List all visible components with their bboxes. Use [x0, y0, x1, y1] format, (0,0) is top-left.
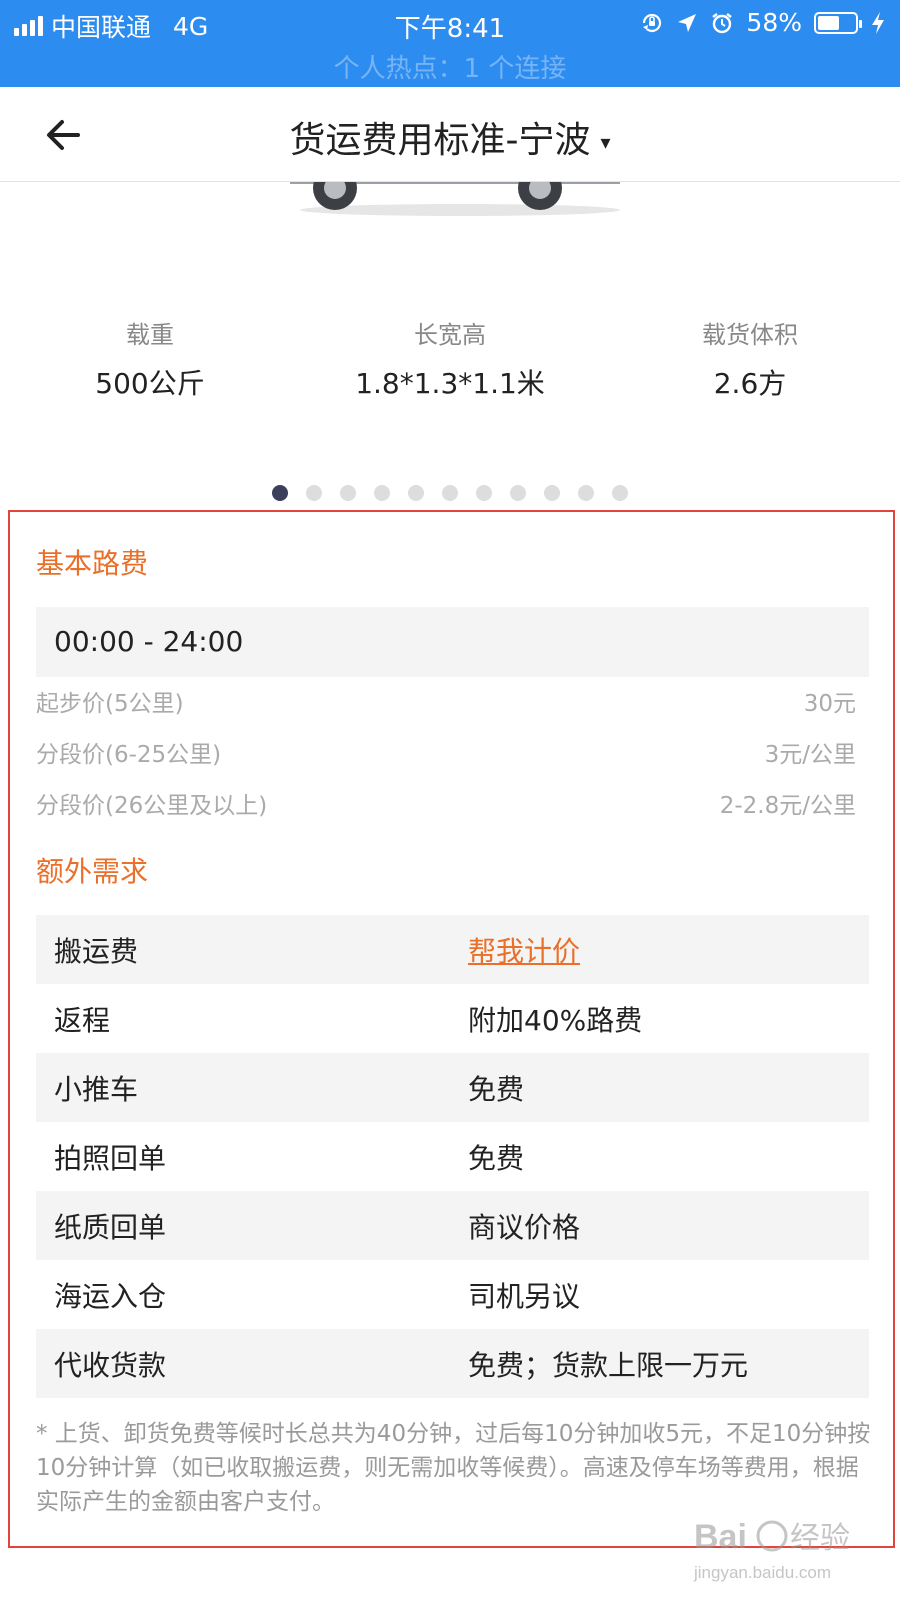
carousel-dot[interactable]: [544, 485, 560, 501]
carousel-dot-active[interactable]: [272, 485, 288, 501]
carousel-dot[interactable]: [510, 485, 526, 501]
extra-value: 司机另议: [468, 1279, 581, 1313]
spec-label: 载货体积: [702, 321, 798, 349]
svg-text:经验: 经验: [790, 1521, 850, 1556]
price-name: 分段价(26公里及以上): [36, 793, 268, 819]
battery-icon: [814, 11, 862, 34]
vehicle-specs: 载重 500公斤 长宽高 1.8*1.3*1.1米 载货体积 2.6方: [0, 315, 900, 402]
carousel-dot[interactable]: [408, 485, 424, 501]
spec-label: 载重: [126, 321, 174, 349]
battery-level: [818, 15, 839, 30]
extra-row-handling: 搬运费 帮我计价: [36, 915, 869, 984]
lock-rotation-icon: [643, 13, 662, 32]
carousel-dot[interactable]: [340, 485, 356, 501]
carousel-dot[interactable]: [476, 485, 492, 501]
extra-row-warehouse: 海运入仓 司机另议: [36, 1260, 869, 1329]
spec-value: 500公斤: [95, 367, 205, 400]
city-selector[interactable]: 货运费用标准-宁波 ▾: [0, 111, 900, 163]
price-name: 起步价(5公里): [36, 691, 184, 717]
spec-value: 2.6方: [713, 367, 787, 400]
extra-name: 搬运费: [54, 934, 139, 968]
extra-value: 商议价格: [468, 1210, 581, 1244]
carousel-dot[interactable]: [442, 485, 458, 501]
extra-name: 纸质回单: [54, 1210, 167, 1244]
carousel-dot[interactable]: [306, 485, 322, 501]
price-row: 分段价(26公里及以上) 2-2.8元/公里: [36, 786, 856, 820]
price-row: 起步价(5公里) 30元: [36, 684, 856, 718]
extra-value: 免费；货款上限一万元: [468, 1348, 749, 1382]
price-value: 3元/公里: [764, 742, 856, 768]
section-title-extra: 额外需求: [36, 855, 149, 888]
extra-row-paper-receipt: 纸质回单 商议价格: [36, 1191, 869, 1260]
extra-row-trolley: 小推车 免费: [36, 1053, 869, 1122]
extra-name: 小推车: [54, 1072, 139, 1106]
extra-name: 代收货款: [54, 1348, 167, 1382]
extra-row-cod: 代收货款 免费；货款上限一万元: [36, 1329, 869, 1398]
dropdown-caret-icon: ▾: [600, 130, 611, 154]
svg-text:Bai: Bai: [694, 1518, 747, 1556]
spec-load: 载重 500公斤: [0, 315, 300, 402]
svg-text:jingyan.baidu.com: jingyan.baidu.com: [693, 1563, 831, 1582]
status-bar: 中国联通 4G 下午8:41 58% 个人热点：1 个连接: [0, 0, 900, 87]
price-estimate-link[interactable]: 帮我计价: [468, 930, 580, 970]
fee-note: * 上货、卸货免费等候时长总共为40分钟，过后每10分钟加收5元，不足10分钟按…: [36, 1421, 871, 1515]
hotspot-indicator[interactable]: 个人热点：1 个连接: [0, 48, 900, 85]
carousel-pagination[interactable]: [0, 485, 900, 501]
charging-icon: [872, 11, 884, 34]
extra-name: 返程: [54, 1003, 111, 1037]
alarm-icon: [712, 12, 733, 33]
baidu-jingyan-watermark: Bai 经验 jingyan.baidu.com: [693, 1518, 850, 1582]
extra-table: 搬运费 帮我计价 返程 附加40%路费 小推车 免费 拍照回单 免费 纸质回单 …: [36, 915, 869, 1398]
extra-value: 附加40%路费: [468, 1003, 643, 1037]
price-row: 分段价(6-25公里) 3元/公里: [36, 735, 856, 769]
extra-name: 海运入仓: [54, 1279, 167, 1313]
extra-row-return: 返程 附加40%路费: [36, 984, 869, 1053]
page-title: 货运费用标准-宁波: [289, 120, 591, 161]
time-range: 00:00 - 24:00: [36, 607, 869, 677]
spec-volume: 载货体积 2.6方: [600, 315, 900, 402]
section-title-base-fee: 基本路费: [36, 547, 149, 580]
fee-panel: 基本路费 00:00 - 24:00 起步价(5公里) 30元 分段价(6-25…: [8, 510, 895, 1548]
spec-value: 1.8*1.3*1.1米: [355, 367, 545, 400]
price-value: 2-2.8元/公里: [719, 793, 856, 819]
carousel-dot[interactable]: [374, 485, 390, 501]
spec-dimensions: 长宽高 1.8*1.3*1.1米: [300, 315, 600, 402]
extra-value: 免费: [468, 1072, 525, 1106]
carousel-dot[interactable]: [578, 485, 594, 501]
battery-percent: 58%: [746, 8, 802, 37]
status-icons: 58%: [640, 8, 886, 37]
spec-label: 长宽高: [414, 321, 486, 349]
location-arrow-icon: [678, 13, 697, 32]
extra-value: 免费: [468, 1141, 525, 1175]
extra-row-photo-receipt: 拍照回单 免费: [36, 1122, 869, 1191]
nav-bar: 货运费用标准-宁波 ▾: [0, 87, 900, 182]
price-value: 30元: [803, 691, 856, 717]
extra-name: 拍照回单: [54, 1141, 167, 1175]
price-name: 分段价(6-25公里): [36, 742, 222, 768]
carousel-dot[interactable]: [612, 485, 628, 501]
